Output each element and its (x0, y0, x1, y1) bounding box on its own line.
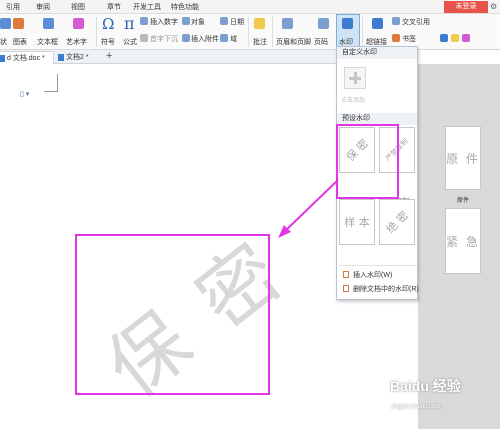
arrow-line (283, 179, 339, 233)
baidu-logo-text: Baidu 经验 (390, 378, 461, 394)
baidu-url-text: jingyan.baidu.com (392, 404, 441, 410)
pointer-arrow (278, 179, 339, 238)
